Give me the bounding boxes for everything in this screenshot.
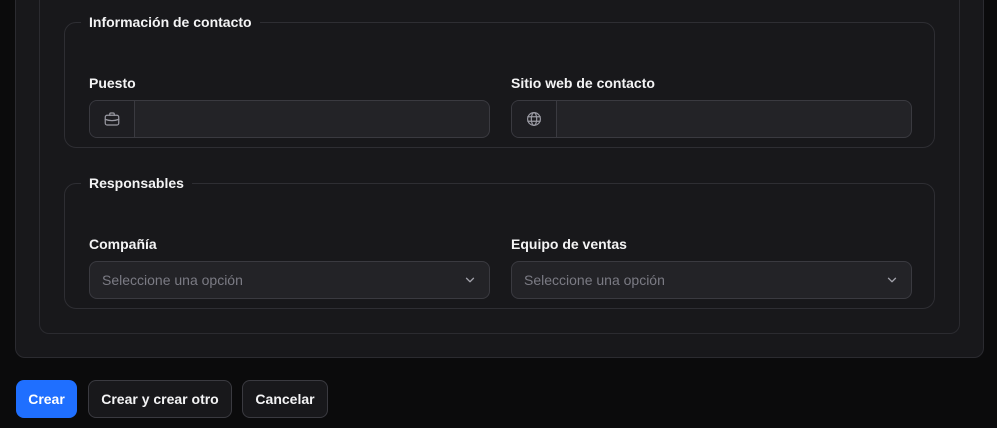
briefcase-icon (90, 101, 135, 137)
position-input[interactable] (135, 101, 489, 137)
website-input-wrapper[interactable] (511, 100, 912, 138)
position-label: Puesto (89, 75, 136, 91)
chevron-down-icon (885, 273, 899, 287)
create-button[interactable]: Crear (16, 380, 77, 418)
cancel-button[interactable]: Cancelar (242, 380, 328, 418)
create-another-button[interactable]: Crear y crear otro (88, 380, 232, 418)
company-label: Compañía (89, 236, 157, 252)
position-input-wrapper[interactable] (89, 100, 490, 138)
company-select-placeholder: Seleccione una opción (102, 272, 243, 288)
globe-icon (512, 101, 557, 137)
sales-team-label: Equipo de ventas (511, 236, 627, 252)
chevron-down-icon (463, 273, 477, 287)
contact-info-section: Información de contacto Puesto Sitio web… (64, 14, 935, 148)
responsible-title: Responsables (89, 175, 184, 191)
sales-team-select[interactable]: Seleccione una opción (511, 261, 912, 299)
website-input[interactable] (557, 101, 911, 137)
form-page: Información de contacto Puesto Sitio web… (0, 0, 997, 428)
contact-info-title: Información de contacto (89, 14, 252, 30)
website-label: Sitio web de contacto (511, 75, 655, 91)
company-select[interactable]: Seleccione una opción (89, 261, 490, 299)
responsible-section: Responsables Compañía Seleccione una opc… (64, 175, 935, 309)
sales-team-select-placeholder: Seleccione una opción (524, 272, 665, 288)
